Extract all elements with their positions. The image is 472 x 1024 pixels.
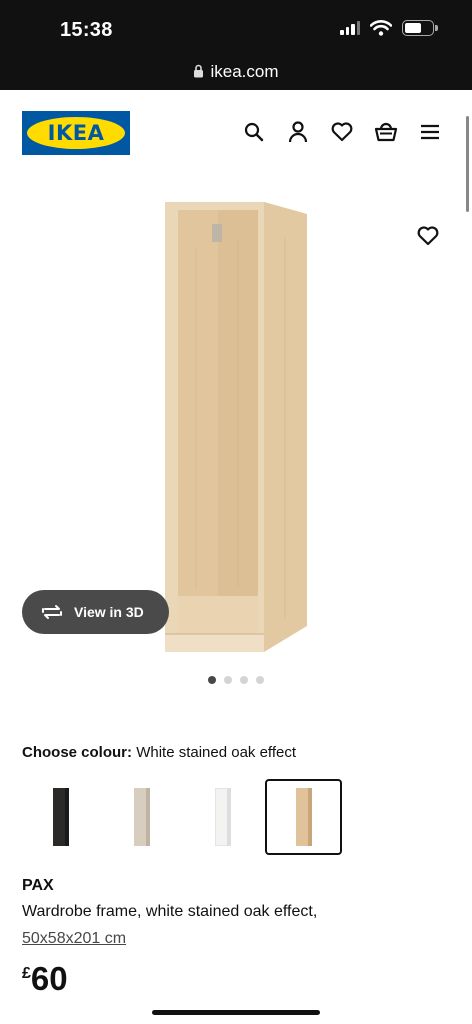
colour-selected-value: White stained oak effect	[136, 744, 297, 761]
product-description: Wardrobe frame, white stained oak effect…	[22, 903, 318, 920]
signal-icon	[340, 21, 360, 35]
swatch-image	[295, 788, 312, 846]
battery-icon	[402, 20, 438, 36]
search-icon[interactable]	[242, 120, 266, 144]
colour-chooser-label: Choose colour: White stained oak effect	[22, 744, 296, 761]
status-icons	[340, 20, 438, 36]
rotate-3d-icon	[42, 605, 62, 619]
logo-oval: IKEA	[27, 117, 125, 149]
colour-swatches	[22, 779, 452, 855]
swatch-image	[214, 788, 231, 846]
swatch-image	[52, 788, 69, 846]
product-size-link[interactable]: 50x58x201 cm	[22, 930, 126, 948]
home-indicator[interactable]	[152, 1010, 320, 1015]
status-time: 15:38	[60, 19, 113, 41]
swatch-image	[133, 788, 150, 846]
basket-icon[interactable]	[374, 120, 398, 144]
colour-heading: Choose colour:	[22, 744, 133, 761]
account-icon[interactable]	[286, 120, 310, 144]
ikea-logo[interactable]: IKEA	[22, 111, 130, 155]
gallery-dot-1[interactable]	[208, 676, 216, 684]
price-amount: 60	[30, 960, 68, 997]
url-bar[interactable]: ikea.com	[0, 54, 472, 90]
view-in-3d-label: View in 3D	[74, 604, 144, 620]
colour-option-black-brown[interactable]	[22, 779, 99, 855]
header-nav	[242, 120, 442, 144]
add-to-favourites-button[interactable]	[414, 222, 442, 250]
colour-option-white[interactable]	[184, 779, 261, 855]
heart-icon	[417, 226, 439, 246]
product-name: PAX	[22, 877, 54, 894]
site-header: IKEA	[0, 90, 472, 178]
logo-text: IKEA	[47, 121, 105, 145]
product-gallery[interactable]: View in 3D	[0, 178, 472, 684]
menu-icon[interactable]	[418, 120, 442, 144]
product-price: £ 60	[22, 960, 68, 998]
colour-option-white-stained-oak[interactable]	[265, 779, 342, 855]
gallery-pagination	[0, 676, 472, 684]
status-bar: 15:38	[0, 0, 472, 54]
wifi-icon	[370, 20, 392, 36]
view-in-3d-button[interactable]: View in 3D	[22, 590, 169, 634]
url-text: ikea.com	[210, 62, 279, 81]
price-currency: £	[22, 965, 31, 982]
gallery-dot-2[interactable]	[224, 676, 232, 684]
lock-icon	[194, 64, 204, 78]
colour-option-grey-beige[interactable]	[103, 779, 180, 855]
heart-icon[interactable]	[330, 120, 354, 144]
gallery-dot-4[interactable]	[256, 676, 264, 684]
gallery-dot-3[interactable]	[240, 676, 248, 684]
